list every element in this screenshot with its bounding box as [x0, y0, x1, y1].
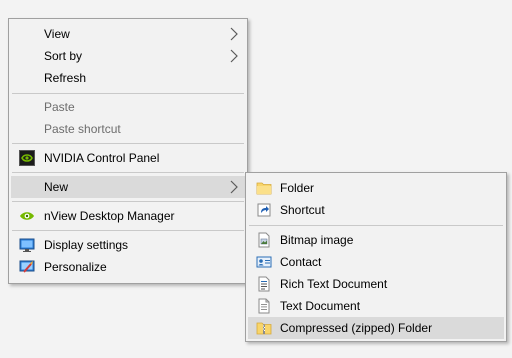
menu-item-label: NVIDIA Control Panel: [44, 151, 160, 165]
menu-item-label: Refresh: [44, 71, 87, 85]
menu-item-label: Shortcut: [280, 203, 325, 217]
display-icon: [19, 238, 35, 252]
menu-item-nvidia-control-panel[interactable]: NVIDIA Control Panel: [11, 147, 245, 169]
personalize-icon: [19, 260, 35, 273]
menu-item-label: nView Desktop Manager: [44, 209, 175, 223]
menu-item-new[interactable]: New: [11, 176, 245, 198]
menu-item-sort-by[interactable]: Sort by: [11, 45, 245, 67]
menu-item-paste-shortcut[interactable]: Paste shortcut: [11, 118, 245, 140]
menu-item-label: Folder: [280, 181, 315, 195]
nvidia-icon: [19, 150, 35, 166]
menu-item-label: Text Document: [280, 299, 361, 313]
rich-text-document-icon: [258, 276, 270, 292]
text-document-icon: [258, 298, 270, 314]
menu-item-refresh[interactable]: Refresh: [11, 67, 245, 89]
menu-item-label: Bitmap image: [280, 233, 354, 247]
new-submenu: Folder Shortcut Bitmap image Contact Ric…: [245, 172, 507, 342]
menu-item-label: View: [44, 27, 70, 41]
menu-item-label: Compressed (zipped) Folder: [280, 321, 433, 335]
shortcut-icon: [257, 203, 271, 217]
new-item-shortcut[interactable]: Shortcut: [248, 199, 504, 221]
menu-item-label: Contact: [280, 255, 322, 269]
menu-item-paste[interactable]: Paste: [11, 96, 245, 118]
menu-separator: [249, 225, 503, 226]
new-item-rich-text-document[interactable]: Rich Text Document: [248, 273, 504, 295]
new-item-bitmap-image[interactable]: Bitmap image: [248, 229, 504, 251]
new-item-text-document[interactable]: Text Document: [248, 295, 504, 317]
zip-folder-icon: [256, 322, 272, 335]
menu-separator: [12, 93, 244, 94]
chevron-right-icon: [230, 27, 238, 41]
contact-icon: [256, 256, 272, 268]
menu-separator: [12, 230, 244, 231]
folder-icon: [256, 182, 272, 195]
menu-item-label: Paste: [44, 100, 75, 114]
menu-item-label: Sort by: [44, 49, 83, 63]
menu-item-label: Paste shortcut: [44, 122, 121, 136]
menu-separator: [12, 201, 244, 202]
menu-separator: [12, 172, 244, 173]
menu-item-display-settings[interactable]: Display settings: [11, 234, 245, 256]
menu-item-view[interactable]: View: [11, 23, 245, 45]
menu-item-label: Rich Text Document: [280, 277, 388, 291]
menu-separator: [12, 143, 244, 144]
new-item-folder[interactable]: Folder: [248, 177, 504, 199]
new-item-compressed-zipped-folder[interactable]: Compressed (zipped) Folder: [248, 317, 504, 339]
chevron-right-icon: [230, 49, 238, 63]
menu-item-label: New: [44, 180, 69, 194]
menu-item-personalize[interactable]: Personalize: [11, 256, 245, 278]
menu-item-nview-desktop-manager[interactable]: nView Desktop Manager: [11, 205, 245, 227]
menu-item-label: Display settings: [44, 238, 129, 252]
bitmap-icon: [258, 232, 270, 248]
nview-icon: [20, 212, 34, 220]
new-item-contact[interactable]: Contact: [248, 251, 504, 273]
menu-item-label: Personalize: [44, 260, 107, 274]
chevron-right-icon: [230, 180, 238, 194]
desktop-context-menu: View Sort by Refresh Paste Paste shortcu…: [8, 18, 248, 284]
